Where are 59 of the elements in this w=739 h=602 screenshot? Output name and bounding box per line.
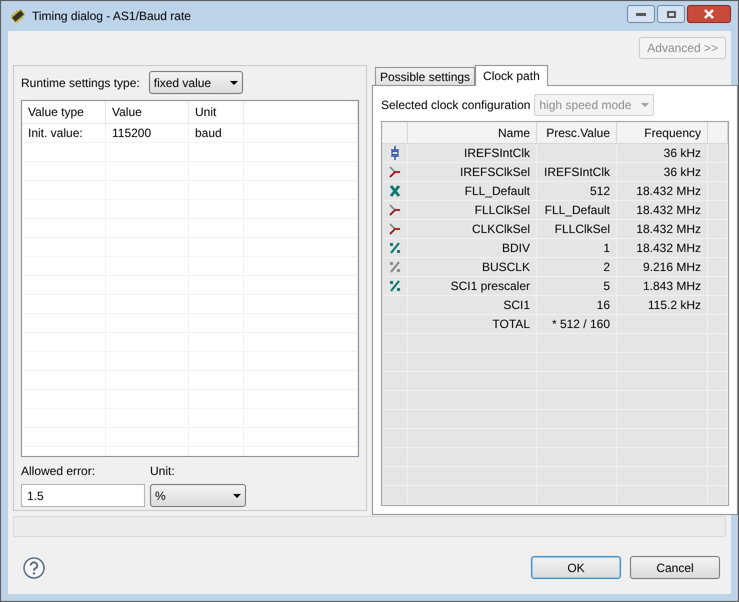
unit-dropdown[interactable]: % xyxy=(150,484,246,507)
window-title: Timing dialog - AS1/Baud rate xyxy=(32,8,191,25)
field-label: Selected clock configuration xyxy=(381,97,530,114)
close-icon xyxy=(703,9,715,19)
column-header[interactable]: Value type xyxy=(22,101,106,123)
table-cell: FLLClkSel xyxy=(537,220,617,238)
table-cell: 18.432 MHz xyxy=(617,201,708,219)
table-cell: FLLClkSel xyxy=(408,201,537,219)
dialog-button[interactable]: OK xyxy=(531,556,621,579)
maximize-button[interactable] xyxy=(657,5,685,23)
column-header[interactable]: Frequency xyxy=(617,122,708,143)
table-cell: baud xyxy=(189,124,244,142)
column-header[interactable]: Value xyxy=(106,101,189,123)
column-header[interactable]: Unit xyxy=(189,101,244,123)
tab[interactable]: Clock path xyxy=(475,65,548,86)
table-cell: 18.432 MHz xyxy=(617,239,708,257)
table-cell: * 512 / 160 xyxy=(537,315,617,333)
table-cell: SCI1 xyxy=(408,296,537,314)
field-label: Unit: xyxy=(150,463,176,480)
table-cell: SCI1 prescaler xyxy=(408,277,537,295)
table-cell: IREFSIntClk xyxy=(408,144,537,162)
table-cell: 2 xyxy=(537,258,617,276)
column-header[interactable]: Name xyxy=(408,122,537,143)
column-header[interactable]: Presc.Value xyxy=(537,122,617,143)
table-cell: BDIV xyxy=(408,239,537,257)
table-cell: FLL_Default xyxy=(537,201,617,219)
table-cell: 9.216 MHz xyxy=(617,258,708,276)
caret-icon xyxy=(230,80,238,84)
caret-icon xyxy=(641,103,650,107)
caret-icon xyxy=(233,494,241,498)
table-cell: Init. value: xyxy=(22,124,106,142)
table-cell: TOTAL xyxy=(408,315,537,333)
minimize-button[interactable] xyxy=(627,5,655,23)
table-cell: 1.843 MHz xyxy=(617,277,708,295)
table-cell: IREFSClkSel xyxy=(408,163,537,181)
table-cell: 115.2 kHz xyxy=(617,296,708,314)
field-label: Allowed error: xyxy=(21,463,96,480)
table-cell: FLL_Default xyxy=(408,182,537,200)
table-cell: 115200 xyxy=(106,124,189,142)
table-cell: 1 xyxy=(537,239,617,257)
field-label: Runtime settings type: xyxy=(21,74,140,92)
table-cell: IREFSIntClk xyxy=(537,163,617,181)
table-cell: 36 kHz xyxy=(617,163,708,181)
table-cell: 18.432 MHz xyxy=(617,220,708,238)
table-cell: CLKClkSel xyxy=(408,220,537,238)
close-button[interactable] xyxy=(687,5,731,23)
help-icon[interactable] xyxy=(23,556,45,578)
table-cell: 5 xyxy=(537,277,617,295)
settings-type-dropdown[interactable]: fixed value xyxy=(148,71,243,94)
table-cell: 18.432 MHz xyxy=(617,182,708,200)
allowed-error-field[interactable]: 1.5 xyxy=(21,484,145,507)
table-cell: 36 kHz xyxy=(617,144,708,162)
table-cell: 16 xyxy=(537,296,617,314)
tab[interactable]: Possible settings xyxy=(375,67,476,85)
table-cell: BUSCLK xyxy=(408,258,537,276)
minimize-icon xyxy=(636,12,646,16)
table-cell: 512 xyxy=(537,182,617,200)
maximize-icon xyxy=(666,10,676,18)
dialog-button[interactable]: Cancel xyxy=(630,556,720,579)
